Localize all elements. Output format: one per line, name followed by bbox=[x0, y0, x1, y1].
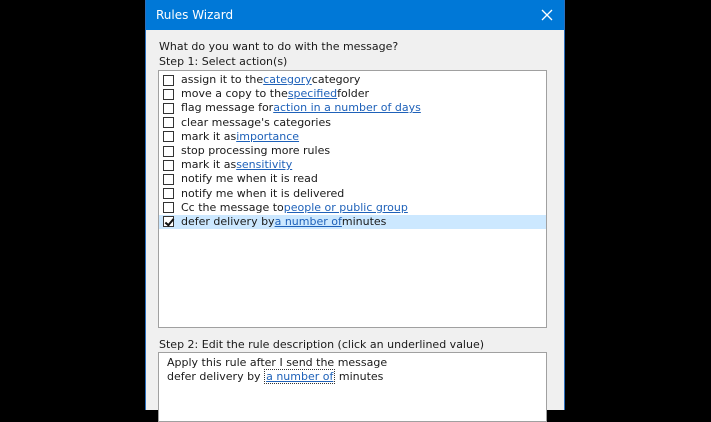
description-line-2-suffix: minutes bbox=[335, 370, 384, 383]
action-row[interactable]: mark it as sensitivity bbox=[159, 158, 546, 172]
action-checkbox[interactable] bbox=[163, 216, 174, 228]
action-checkbox[interactable] bbox=[163, 188, 174, 200]
action-text: notify me when it is read bbox=[181, 172, 318, 186]
action-text-suffix: minutes bbox=[341, 214, 387, 228]
action-checkbox[interactable] bbox=[163, 117, 174, 129]
action-row[interactable]: clear message's categories bbox=[159, 116, 546, 130]
action-text: mark it as bbox=[181, 129, 237, 143]
rules-wizard-dialog: Rules Wizard What do you want to do with… bbox=[145, 0, 565, 422]
action-checkbox[interactable] bbox=[163, 173, 174, 185]
action-link[interactable]: a number of bbox=[275, 215, 342, 229]
description-link-number[interactable]: a number of bbox=[264, 369, 336, 384]
action-checkbox[interactable] bbox=[163, 131, 174, 143]
action-checkbox[interactable] bbox=[163, 102, 174, 114]
action-row[interactable]: notify me when it is delivered bbox=[159, 187, 546, 201]
action-link[interactable]: people or public group bbox=[284, 201, 408, 215]
action-text-suffix: category bbox=[311, 73, 361, 86]
action-checkbox[interactable] bbox=[163, 145, 174, 157]
description-line-1: Apply this rule after I send the message bbox=[167, 356, 388, 369]
prompt-label: What do you want to do with the message? bbox=[159, 40, 399, 53]
action-text: stop processing more rules bbox=[181, 143, 331, 157]
rule-description-box: Apply this rule after I send the message… bbox=[158, 352, 547, 422]
action-row[interactable]: move a copy to the specified folder bbox=[159, 87, 546, 101]
title-bar: Rules Wizard bbox=[146, 0, 564, 30]
action-row[interactable]: assign it to the category category bbox=[159, 73, 546, 87]
actions-list[interactable]: assign it to the category category move a… bbox=[158, 70, 547, 328]
action-text: flag message for bbox=[181, 101, 274, 115]
step1-label: Step 1: Select action(s) bbox=[159, 55, 288, 68]
action-row[interactable]: Cc the message to people or public group bbox=[159, 201, 546, 215]
action-link[interactable]: category bbox=[263, 73, 312, 87]
action-checkbox[interactable] bbox=[163, 159, 174, 171]
action-checkbox[interactable] bbox=[163, 202, 174, 214]
action-text: notify me when it is delivered bbox=[181, 186, 345, 200]
action-row[interactable]: notify me when it is read bbox=[159, 172, 546, 186]
window-title: Rules Wizard bbox=[156, 8, 234, 22]
action-row[interactable]: defer delivery by a number of minutes bbox=[159, 214, 546, 230]
action-text: assign it to the bbox=[181, 73, 264, 86]
action-text: mark it as bbox=[181, 158, 237, 172]
action-link[interactable]: action in a number of days bbox=[273, 101, 421, 115]
action-row[interactable]: flag message for action in a number of d… bbox=[159, 101, 546, 115]
action-checkbox[interactable] bbox=[163, 88, 174, 100]
action-text: move a copy to the bbox=[181, 87, 288, 101]
description-line-2-prefix: defer delivery by bbox=[167, 370, 265, 383]
action-link[interactable]: specified bbox=[288, 87, 337, 101]
step2-label: Step 2: Edit the rule description (click… bbox=[159, 338, 485, 351]
action-text-suffix: folder bbox=[337, 87, 370, 101]
action-checkbox[interactable] bbox=[163, 74, 174, 86]
description-line-2: defer delivery by a number of minutes bbox=[167, 369, 546, 384]
action-text: Cc the message to bbox=[181, 200, 284, 214]
action-link[interactable]: importance bbox=[236, 130, 299, 144]
close-icon bbox=[541, 9, 553, 21]
action-row[interactable]: stop processing more rules bbox=[159, 144, 546, 158]
action-link[interactable]: sensitivity bbox=[236, 158, 292, 172]
action-text: clear message's categories bbox=[181, 115, 331, 129]
close-button[interactable] bbox=[530, 0, 564, 30]
action-text: defer delivery by bbox=[181, 214, 275, 228]
action-row[interactable]: mark it as importance bbox=[159, 130, 546, 144]
